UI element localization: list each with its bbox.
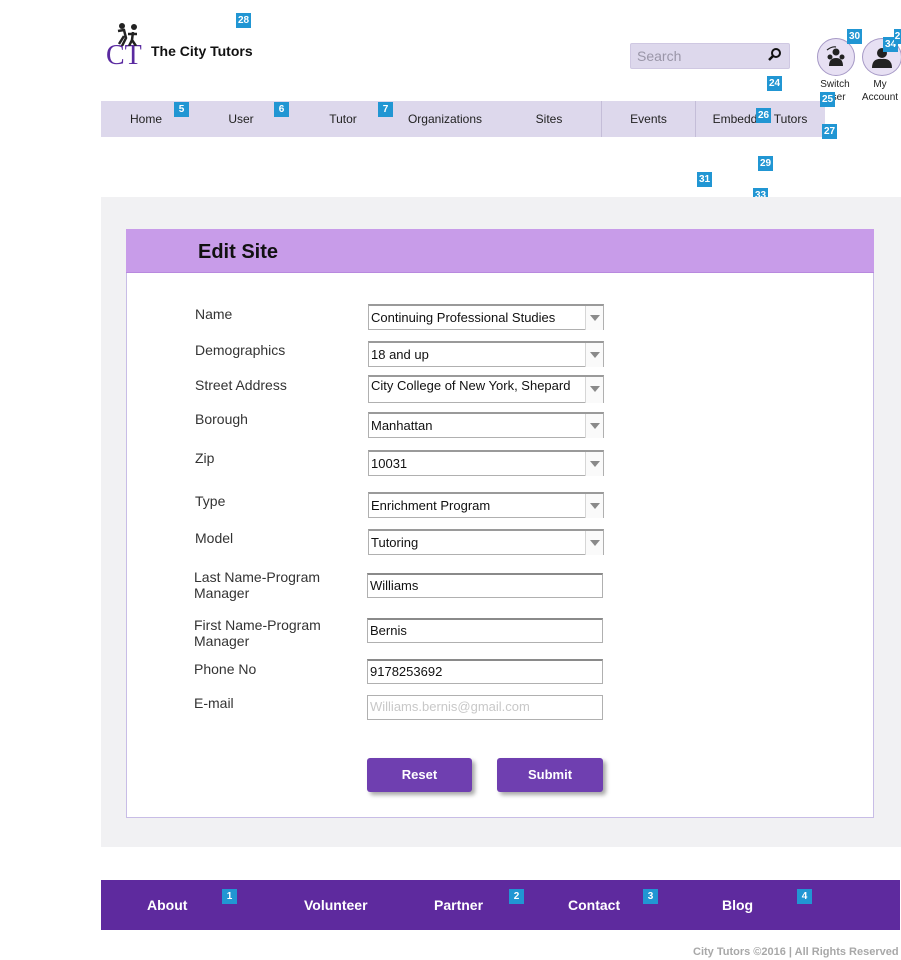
- name-select[interactable]: Continuing Professional Studies: [368, 304, 604, 330]
- marker-badge: 1: [222, 889, 237, 904]
- first-name-field-box: [367, 618, 603, 643]
- switch-user-icon: [826, 46, 845, 66]
- search-input[interactable]: [631, 44, 773, 68]
- chevron-down-icon[interactable]: [585, 414, 603, 438]
- marker-badge: 26: [756, 108, 771, 123]
- demographics-label: Demographics: [195, 342, 286, 358]
- name-label: Name: [195, 306, 233, 322]
- email-label: E-mail: [194, 695, 234, 711]
- model-label: Model: [195, 530, 234, 546]
- marker-badge: 29: [758, 156, 773, 171]
- footer-volunteer-link[interactable]: Volunteer: [304, 897, 368, 913]
- marker-badge: 28: [236, 13, 251, 28]
- phone-label: Phone No: [194, 661, 257, 677]
- marker-badge: 2: [894, 29, 901, 44]
- phone-field-box: [367, 659, 603, 684]
- main-nav: Home User Tutor Organizations Sites Even…: [101, 101, 825, 137]
- reset-button[interactable]: Reset: [367, 758, 472, 792]
- marker-badge: 3: [643, 889, 658, 904]
- my-account-label: My Account: [861, 79, 899, 103]
- marker-badge: 31: [697, 172, 712, 187]
- marker-badge: 24: [767, 76, 782, 91]
- nav-sites[interactable]: Sites: [505, 101, 593, 137]
- type-label: Type: [195, 493, 226, 509]
- borough-label: Borough: [195, 411, 248, 427]
- footer-blog-link[interactable]: Blog: [722, 897, 753, 913]
- nav-divider: [695, 101, 696, 137]
- nav-organizations[interactable]: Organizations: [395, 101, 495, 137]
- marker-badge: 5: [174, 102, 189, 117]
- chevron-down-icon[interactable]: [585, 531, 603, 555]
- email-field[interactable]: [368, 696, 600, 717]
- search-icon[interactable]: [767, 47, 783, 63]
- type-select[interactable]: Enrichment Program: [368, 492, 604, 518]
- demographics-select[interactable]: 18 and up: [368, 341, 604, 367]
- logo-text: The City Tutors: [151, 43, 253, 59]
- borough-select[interactable]: Manhattan: [368, 412, 604, 438]
- marker-badge: 25: [820, 92, 835, 107]
- marker-badge: 2: [509, 889, 524, 904]
- marker-badge: 4: [797, 889, 812, 904]
- chevron-down-icon[interactable]: [585, 306, 603, 330]
- zip-select[interactable]: 10031: [368, 450, 604, 476]
- model-select[interactable]: Tutoring: [368, 529, 604, 555]
- footer-partner-link[interactable]: Partner: [434, 897, 483, 913]
- page-title: Edit Site: [198, 241, 279, 263]
- chevron-down-icon[interactable]: [585, 377, 603, 403]
- first-name-field[interactable]: [368, 620, 600, 641]
- last-name-field[interactable]: [368, 575, 600, 596]
- copyright-text: City Tutors ©2016 | All Rights Reserved: [693, 946, 899, 958]
- last-name-label: Last Name-Program Manager: [194, 569, 321, 601]
- phone-field[interactable]: [368, 661, 600, 682]
- marker-badge: 6: [274, 102, 289, 117]
- email-field-box: [367, 695, 603, 720]
- marker-badge: 30: [847, 29, 862, 44]
- nav-events[interactable]: Events: [602, 101, 695, 137]
- logo-figures-icon: [117, 23, 138, 46]
- search-box: [630, 43, 790, 69]
- nav-tutor[interactable]: Tutor: [297, 101, 389, 137]
- marker-badge: 7: [378, 102, 393, 117]
- chevron-down-icon[interactable]: [585, 343, 603, 367]
- first-name-label: First Name-Program Manager: [194, 617, 321, 649]
- marker-badge: 27: [822, 124, 837, 139]
- street-address-label: Street Address: [195, 377, 287, 393]
- zip-label: Zip: [195, 450, 215, 466]
- chevron-down-icon[interactable]: [585, 452, 603, 476]
- chevron-down-icon[interactable]: [585, 494, 603, 518]
- footer-contact-link[interactable]: Contact: [568, 897, 620, 913]
- footer-about-link[interactable]: About: [147, 897, 187, 913]
- last-name-field-box: [367, 573, 603, 598]
- submit-button[interactable]: Submit: [497, 758, 603, 792]
- street-address-select[interactable]: City College of New York, Shepard: [368, 375, 604, 403]
- footer-bar: [101, 880, 900, 930]
